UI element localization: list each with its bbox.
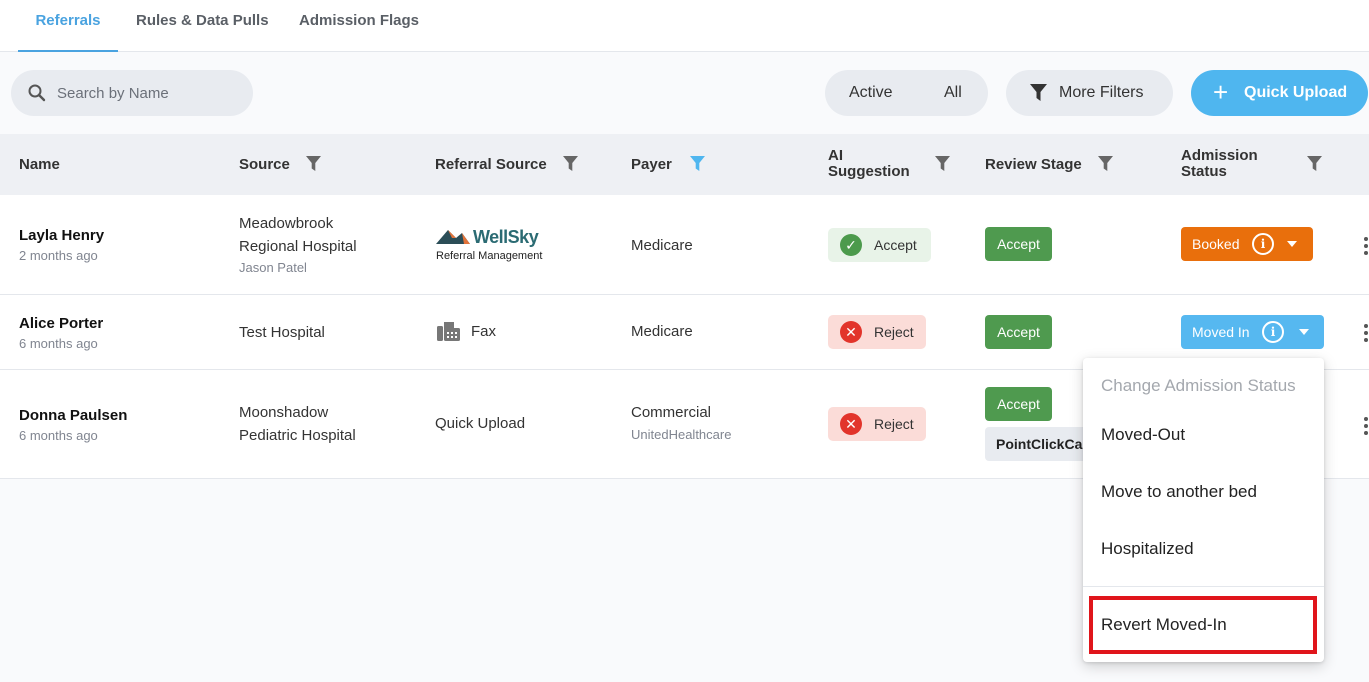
admission-status-dropdown[interactable]: Moved In i	[1181, 315, 1324, 349]
tab-referrals[interactable]: Referrals	[18, 0, 118, 52]
ai-suggestion-label: Accept	[874, 237, 917, 253]
close-icon: ✕	[840, 321, 862, 343]
column-header-admission-status: Admission Status	[1181, 148, 1258, 180]
source-line1: Meadowbrook	[239, 215, 334, 232]
admission-status-header-line2: Status	[1181, 163, 1227, 180]
menu-item-moved-out[interactable]: Moved-Out	[1101, 425, 1185, 445]
review-stage-filter-icon[interactable]	[1098, 156, 1113, 172]
table-row[interactable]: Layla Henry 2 months ago Meadowbrook Reg…	[0, 195, 1369, 295]
quick-upload-label: Quick Upload	[1244, 84, 1348, 101]
ai-suggestion-header-line2: Suggestion	[828, 163, 910, 180]
admission-status-filter-icon[interactable]	[1307, 156, 1322, 172]
source-line1: Moonshadow	[239, 404, 329, 421]
menu-item-move-to-another-bed[interactable]: Move to another bed	[1101, 482, 1257, 502]
admission-status-dropdown[interactable]: Booked i	[1181, 227, 1313, 261]
ai-suggestion-label: Reject	[874, 324, 914, 340]
active-all-toggle: Active All	[825, 70, 988, 116]
row-menu-icon[interactable]	[1364, 417, 1368, 438]
toggle-all[interactable]: All	[944, 84, 962, 102]
column-header-referral-source: Referral Source	[435, 156, 547, 173]
source-line2: Regional Hospital	[239, 238, 357, 255]
quick-upload-button[interactable]: + Quick Upload	[1191, 70, 1368, 116]
row-menu-icon[interactable]	[1364, 237, 1368, 258]
fax-icon	[437, 322, 460, 341]
menu-item-hospitalized[interactable]: Hospitalized	[1101, 539, 1194, 559]
wellsky-logo-text: WellSky	[473, 227, 539, 247]
search-input[interactable]	[57, 70, 247, 116]
menu-title: Change Admission Status	[1101, 376, 1296, 395]
admission-status-menu: Change Admission Status Moved-Out Move t…	[1083, 358, 1324, 662]
payer-filter-icon[interactable]	[690, 156, 705, 172]
source-line1: Test Hospital	[239, 324, 325, 341]
column-header-name: Name	[19, 156, 60, 173]
referral-source-label: Fax	[471, 323, 497, 340]
tab-rules-data-pulls[interactable]: Rules & Data Pulls	[136, 0, 269, 52]
check-icon: ✓	[840, 234, 862, 256]
filter-icon	[1030, 84, 1047, 101]
more-filters-button[interactable]: More Filters	[1006, 70, 1173, 116]
referral-source-filter-icon[interactable]	[563, 156, 578, 172]
ai-suggestion-label: Reject	[874, 416, 914, 432]
ai-suggestion-filter-icon[interactable]	[935, 156, 950, 172]
search-icon	[28, 84, 46, 102]
tab-bar: Referrals Rules & Data Pulls Admission F…	[0, 0, 1369, 52]
toggle-active[interactable]: Active	[849, 84, 893, 102]
referral-source-label: Quick Upload	[435, 415, 526, 432]
review-stage-badge[interactable]: Accept	[985, 227, 1052, 261]
column-header-review-stage: Review Stage	[985, 156, 1082, 173]
source-line2: Pediatric Hospital	[239, 427, 356, 444]
payer: Commercial	[631, 404, 712, 421]
table-header: Name Source Referral Source Payer AI Sug…	[0, 134, 1369, 195]
more-filters-label: More Filters	[1059, 84, 1144, 101]
ai-suggestion-badge: ✕ Reject	[828, 315, 926, 349]
column-header-payer: Payer	[631, 156, 672, 173]
toolbar: Active All More Filters + Quick Upload	[0, 52, 1369, 134]
review-stage-badge[interactable]: Accept	[985, 387, 1052, 421]
tab-admission-flags[interactable]: Admission Flags	[299, 0, 419, 52]
menu-divider	[1083, 586, 1324, 587]
source-filter-icon[interactable]	[306, 156, 321, 172]
patient-name[interactable]: Alice Porter	[19, 315, 103, 332]
chevron-down-icon	[1299, 329, 1309, 335]
wellsky-mountain-icon	[436, 230, 470, 244]
payer-detail: UnitedHealthcare	[631, 427, 732, 442]
patient-name[interactable]: Layla Henry	[19, 227, 104, 244]
wellsky-logo: WellSky Referral Management	[436, 226, 556, 266]
highlight-box	[1089, 596, 1317, 654]
ai-suggestion-badge: ✕ Reject	[828, 407, 926, 441]
payer: Medicare	[631, 323, 693, 340]
patient-time: 2 months ago	[19, 248, 98, 263]
patient-name[interactable]: Donna Paulsen	[19, 407, 127, 424]
patient-time: 6 months ago	[19, 336, 98, 351]
ai-suggestion-badge: ✓ Accept	[828, 228, 931, 262]
search-box[interactable]	[11, 70, 253, 116]
ai-suggestion-header-line1: AI	[828, 147, 843, 164]
payer: Medicare	[631, 237, 693, 254]
admission-status-label: Booked	[1192, 236, 1240, 252]
source-contact: Jason Patel	[239, 260, 307, 275]
row-menu-icon[interactable]	[1364, 324, 1368, 345]
integration-chip: PointClickCare	[985, 427, 1095, 461]
admission-status-label: Moved In	[1192, 324, 1250, 340]
plus-icon: +	[1213, 77, 1229, 107]
review-stage-badge[interactable]: Accept	[985, 315, 1052, 349]
admission-status-header-line1: Admission	[1181, 147, 1258, 164]
info-icon[interactable]: i	[1262, 321, 1284, 343]
close-icon: ✕	[840, 413, 862, 435]
patient-time: 6 months ago	[19, 428, 98, 443]
info-icon[interactable]: i	[1252, 233, 1274, 255]
column-header-ai-suggestion: AI Suggestion	[828, 148, 910, 180]
column-header-source: Source	[239, 156, 290, 173]
wellsky-logo-subtitle: Referral Management	[436, 250, 543, 262]
chevron-down-icon	[1287, 241, 1297, 247]
